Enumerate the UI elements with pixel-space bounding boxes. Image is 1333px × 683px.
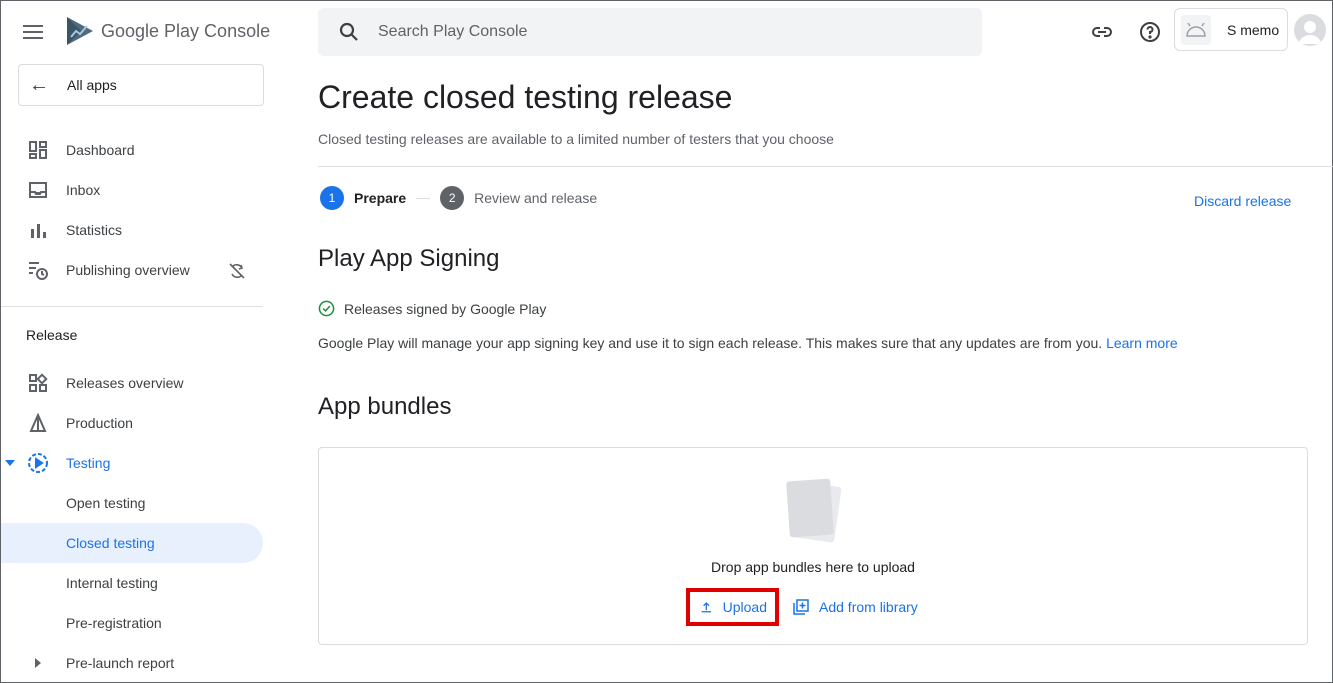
search-icon [339, 22, 358, 41]
signing-description-text: Google Play will manage your app signing… [318, 335, 1103, 351]
all-apps-label: All apps [67, 77, 117, 93]
upload-button[interactable]: Upload [686, 588, 779, 626]
drop-text: Drop app bundles here to upload [711, 559, 915, 575]
app-selector[interactable]: S memo [1174, 8, 1288, 51]
step-label-review[interactable]: Review and release [474, 190, 597, 206]
bar-chart-icon [27, 219, 49, 241]
upload-icon [701, 602, 712, 613]
step-number-review: 2 [440, 186, 465, 210]
sidebar-item-inbox[interactable]: Inbox [1, 170, 263, 210]
dashboard-icon [27, 139, 49, 161]
sidebar-item-label: Closed testing [66, 535, 155, 551]
upload-actions: Upload Add from library [686, 588, 918, 626]
expanded-arrow-icon [5, 460, 15, 466]
sidebar-item-statistics[interactable]: Statistics [1, 210, 263, 250]
stepper: 1 Prepare 2 Review and release [320, 186, 597, 210]
learn-more-link[interactable]: Learn more [1106, 335, 1178, 351]
upload-label: Upload [722, 599, 767, 615]
add-library-icon [793, 599, 809, 615]
sidebar-item-publishing-overview[interactable]: Publishing overview [1, 250, 263, 290]
sidebar-item-label: Pre-launch report [66, 655, 175, 671]
play-app-signing-heading: Play App Signing [318, 245, 500, 272]
sidebar-item-pre-registration[interactable]: Pre-registration [1, 603, 263, 643]
help-icon[interactable] [1137, 19, 1163, 45]
sidebar-item-pre-launch-report[interactable]: Pre-launch report [1, 643, 263, 683]
sidebar-item-label: Inbox [66, 182, 101, 198]
sidebar-item-label: Statistics [66, 222, 123, 238]
play-console-logo-icon [67, 17, 93, 45]
sidebar-item-label: Dashboard [66, 142, 135, 158]
step-label-prepare[interactable]: Prepare [354, 190, 406, 206]
sidebar-item-releases-overview[interactable]: Releases overview [1, 363, 263, 403]
documents-illustration-icon [786, 478, 842, 543]
menu-icon[interactable] [23, 19, 53, 45]
sidebar-item-label: Production [66, 415, 133, 431]
sidebar-item-label: Testing [66, 455, 111, 471]
page-subtitle: Closed testing releases are available to… [318, 131, 834, 147]
step-connector [416, 197, 431, 199]
add-from-library-label: Add from library [819, 599, 918, 615]
sidebar-item-open-testing[interactable]: Open testing [1, 483, 263, 523]
signing-description: Google Play will manage your app signing… [318, 335, 1178, 351]
all-apps-button[interactable]: ← All apps [18, 64, 264, 106]
link-icon[interactable] [1089, 19, 1115, 45]
check-circle-icon [318, 300, 335, 317]
page-title: Create closed testing release [318, 79, 733, 115]
sidebar-section-release: Release [26, 327, 78, 343]
account-avatar-icon[interactable] [1294, 14, 1326, 46]
sidebar-item-closed-testing[interactable]: Closed testing [1, 523, 263, 563]
sidebar-item-label: Internal testing [66, 575, 158, 591]
arrow-back-icon: ← [29, 73, 49, 96]
sidebar: Google Play Console ← All apps Dashboard… [1, 1, 277, 683]
signing-status-text: Releases signed by Google Play [344, 300, 547, 317]
step-number-prepare: 1 [320, 186, 344, 210]
sidebar-item-production[interactable]: Production [1, 403, 263, 443]
header-divider [318, 166, 1333, 167]
app-name: S memo [1227, 21, 1280, 38]
search-input[interactable] [378, 23, 938, 41]
app-title: Google Play Console [101, 20, 271, 41]
sidebar-item-dashboard[interactable]: Dashboard [1, 130, 263, 170]
app-bundle-dropzone[interactable]: Drop app bundles here to upload Upload A… [318, 447, 1308, 645]
add-from-library-button[interactable]: Add from library [793, 590, 918, 624]
app-bundles-heading: App bundles [318, 393, 452, 420]
releases-overview-icon [27, 372, 49, 394]
sidebar-item-testing[interactable]: Testing [1, 443, 263, 483]
sidebar-item-label: Releases overview [66, 375, 184, 391]
play-console-logo[interactable]: Google Play Console [65, 15, 270, 47]
managed-publishing-off-icon [229, 263, 245, 279]
sidebar-item-label: Pre-registration [66, 615, 162, 631]
testing-icon [27, 452, 49, 474]
search-bar[interactable] [318, 8, 982, 56]
inbox-icon [27, 179, 49, 201]
sidebar-item-label: Open testing [66, 495, 146, 511]
discard-release-button[interactable]: Discard release [1194, 193, 1291, 209]
publishing-overview-icon [27, 259, 49, 281]
signing-status: Releases signed by Google Play [318, 300, 546, 317]
chevron-right-icon[interactable] [35, 658, 41, 668]
sidebar-item-label: Publishing overview [66, 262, 190, 278]
android-icon [1181, 14, 1211, 45]
sidebar-divider [1, 306, 263, 307]
sidebar-item-internal-testing[interactable]: Internal testing [1, 563, 263, 603]
production-icon [27, 412, 49, 434]
